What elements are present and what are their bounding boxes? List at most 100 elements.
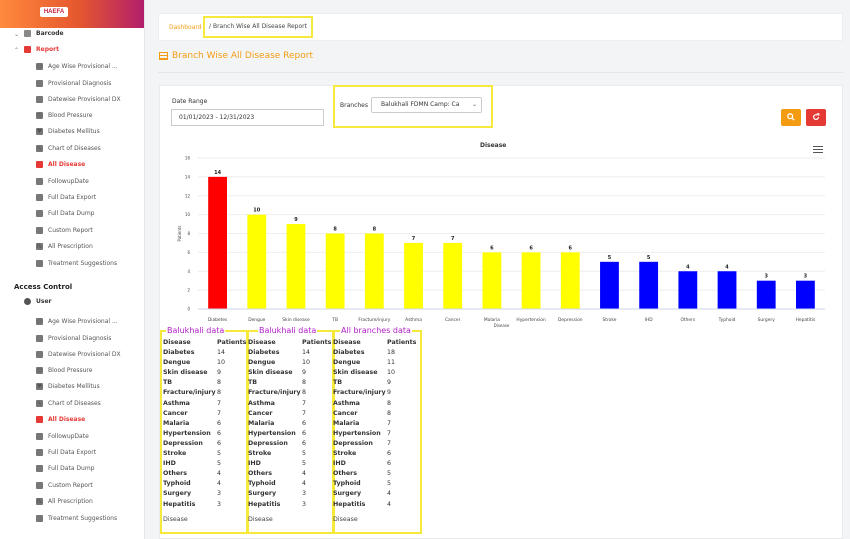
breadcrumb-home[interactable]: Dashboard [169,24,202,31]
table-cell-disease: TB [163,379,173,387]
table-caption: All branches data [340,326,412,335]
chevron-down-icon[interactable]: ⌄ [14,31,19,38]
sidebar-subitem-provisional-diagnosis-label: Provisional Diagnosis [48,335,112,342]
people-icon: ⚇ [36,318,43,325]
table-cell-patients: 6 [217,419,222,427]
search-button[interactable] [781,109,801,126]
sidebar-item-age-wise-provisional[interactable]: ⚇ Age Wise Provisional ... [36,63,118,70]
report-icon [24,46,31,53]
app-logo[interactable]: HAEFA [40,7,68,17]
table-cell-patients: 14 [302,349,311,357]
sidebar-subitem-custom-report[interactable]: Custom Report [36,482,93,489]
sidebar-subitem-treatment-suggestions[interactable]: Treatment Suggestions [36,515,117,522]
sidebar-item-report[interactable]: Report [24,46,59,53]
sidebar-subitem-all-disease[interactable]: All Disease [36,416,85,423]
sidebar-item-full-data-export[interactable]: Full Data Export [36,194,96,201]
table-cell-patients: 4 [302,480,307,488]
table-cell-disease: IHD [248,460,261,468]
x-tick-label: Hepatitis [796,317,816,323]
y-tick-label: 12 [185,193,191,198]
sidebar-item-barcode[interactable]: Barcode [24,30,64,37]
sidebar-item-full-data-dump-label: Full Data Dump [48,210,95,217]
sidebar-item-chart-of-diseases[interactable]: ∿ Chart of Diseases [36,145,101,152]
sidebar-subitem-treatment-suggestions-label: Treatment Suggestions [48,515,118,522]
table-cell-patients: Patients [217,339,247,346]
breadcrumb-separator: / [209,23,212,30]
table-cell-disease: Hypertension [163,429,211,437]
sidebar-item-custom-report[interactable]: Custom Report [36,227,93,234]
y-tick-label: 8 [187,231,190,236]
table-cell-patients: 7 [387,439,392,447]
sidebar-subitem-full-data-export[interactable]: Full Data Export [36,449,96,456]
reset-button[interactable] [806,109,826,126]
data-label: 3 [764,274,768,280]
barcode-icon [24,30,31,37]
chevron-down-icon: ⌄ [471,101,477,108]
sidebar-subitem-full-data-dump[interactable]: Full Data Dump [36,465,94,472]
sidebar-item-user[interactable]: User [24,298,51,305]
sidebar-item-datewise-provisional-dx[interactable]: Datewise Provisional DX [36,96,121,103]
notes-icon [36,260,43,267]
table-cell-patients: 5 [217,460,222,468]
sidebar-subitem-age-wise-provisional[interactable]: ⚇ Age Wise Provisional ... [36,318,118,325]
x-tick-label: TB [331,317,338,323]
table-cell-disease: Typhoid [333,480,361,488]
data-label: 8 [333,227,337,233]
sidebar-subitem-provisional-diagnosis[interactable]: Provisional Diagnosis [36,335,111,342]
table-cell-patients: 7 [217,399,222,407]
table-cell-disease: Dengue [248,359,276,367]
table-cell-disease: Others [163,470,187,478]
table-cell-disease: Dengue [333,359,361,367]
bar [678,271,698,309]
sidebar-item-all-disease[interactable]: All Disease [36,161,85,168]
bar [796,280,815,309]
table-cell-patients: 14 [217,349,226,357]
table-cell-patients: 3 [217,490,222,498]
table-cell-patients: 5 [387,470,392,478]
access-control-title: Access Control [14,283,73,291]
sidebar-subitem-followupdate[interactable]: FollowupDate [36,433,89,440]
table-caption: Balukhali data [166,326,226,335]
sidebar-item-followupdate[interactable]: FollowupDate [36,178,89,185]
date-range-input[interactable]: 01/01/2023 - 12/31/2023 [171,109,324,126]
y-tick-label: 14 [185,174,191,179]
table-cell-disease: Surgery [248,490,277,498]
sidebar-subitem-datewise-provisional-dx[interactable]: Datewise Provisional DX [36,351,121,358]
table-cell-disease: Disease [333,339,361,346]
data-label: 3 [804,274,808,280]
sidebar-item-diabetes-mellitus[interactable]: ♥ Diabetes Mellitus [36,128,100,135]
sidebar-subitem-diabetes-mellitus[interactable]: ♥ Diabetes Mellitus [36,383,100,390]
table-cell-disease: Diabetes [333,349,365,357]
sidebar-subitem-all-prescription[interactable]: ℞ All Prescription [36,498,93,505]
sidebar-item-provisional-diagnosis[interactable]: Provisional Diagnosis [36,80,111,87]
sidebar-item-blood-pressure-label: Blood Pressure [48,112,93,119]
refresh-icon [813,113,820,121]
bar [521,252,541,309]
breadcrumb: Dashboard / Branch Wise All Disease Repo… [158,13,843,41]
sidebar-header: HAEFA [0,0,144,28]
chevron-up-icon[interactable]: ⌃ [14,47,19,54]
breadcrumb-current-label: Branch Wise All Disease Report [212,23,307,30]
data-label: 6 [529,245,533,251]
bar [756,280,776,309]
table-cell-disease: Surgery [333,490,362,498]
sidebar-item-full-data-dump[interactable]: Full Data Dump [36,210,94,217]
sidebar-item-all-prescription[interactable]: ℞ All Prescription [36,243,93,250]
prescription-icon: ℞ [36,498,43,505]
sidebar-subitem-blood-pressure[interactable]: ⊙ Blood Pressure [36,367,92,374]
sidebar-item-treatment-suggestions[interactable]: Treatment Suggestions [36,260,117,267]
table-cell-patients: 4 [217,480,222,488]
table-cell-disease: Depression [163,439,203,447]
table-cell-patients: 6 [217,439,222,447]
table-cell-patients: 8 [217,389,222,397]
table-cell-disease: Fracture/injury [248,389,301,397]
sidebar-item-diabetes-mellitus-label: Diabetes Mellitus [48,128,100,135]
sidebar-item-blood-pressure[interactable]: ⊙ Blood Pressure [36,112,92,119]
branches-select[interactable]: Balukhali FDMN Camp: Ca ⌄ [371,97,482,113]
table-cell-disease: Others [333,470,357,478]
search-icon [787,113,795,121]
sidebar-subitem-age-wise-provisional-label: Age Wise Provisional ... [48,318,118,325]
table-cell-patients: 3 [302,500,307,508]
sidebar-subitem-chart-of-diseases[interactable]: ∿ Chart of Diseases [36,400,101,407]
table-cell-patients: 4 [387,500,392,508]
